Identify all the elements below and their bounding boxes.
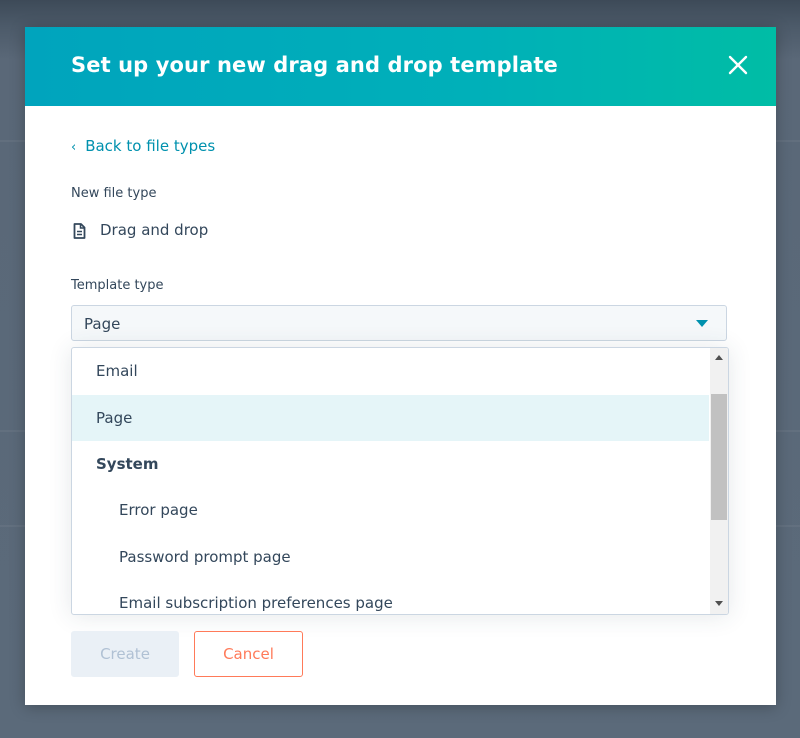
scrollbar-thumb[interactable] [711,394,727,520]
dialog-header: Set up your new drag and drop template [25,27,776,106]
scroll-down-arrow-icon[interactable] [715,601,723,606]
back-to-file-types-link[interactable]: ‹ Back to file types [71,137,215,155]
dialog-title: Set up your new drag and drop template [71,53,558,77]
new-file-type-label: New file type [71,186,157,201]
template-setup-dialog: Set up your new drag and drop template ‹… [25,27,776,705]
option-page[interactable]: Page [72,395,709,441]
option-error-page[interactable]: Error page [72,487,709,533]
cancel-button[interactable]: Cancel [194,631,303,677]
option-label: Email [96,362,138,380]
option-label: Password prompt page [119,548,291,566]
group-label: System [96,455,159,473]
scroll-up-arrow-icon[interactable] [715,355,723,360]
chevron-left-icon: ‹ [71,140,77,155]
option-label: Error page [119,501,198,519]
back-link-label: Back to file types [85,137,216,155]
option-email-subscription-preferences-page[interactable]: Email subscription preferences page [72,580,709,614]
file-type-text: Drag and drop [100,221,209,239]
close-button[interactable] [722,49,754,81]
template-type-label: Template type [71,278,164,293]
option-label: Email subscription preferences page [119,594,393,612]
create-button[interactable]: Create [71,631,179,677]
option-label: Page [96,409,133,427]
dropdown-scrollbar[interactable] [710,348,728,614]
option-group-system: System [72,441,709,487]
template-type-dropdown: Email Page System Error page Password pr… [71,347,729,615]
template-type-selected-value: Page [84,315,121,333]
option-password-prompt-page[interactable]: Password prompt page [72,534,709,580]
template-type-select[interactable]: Page [71,305,727,341]
file-icon [73,223,86,239]
option-email[interactable]: Email [72,348,709,394]
caret-down-icon [696,320,708,327]
close-icon [728,55,748,75]
